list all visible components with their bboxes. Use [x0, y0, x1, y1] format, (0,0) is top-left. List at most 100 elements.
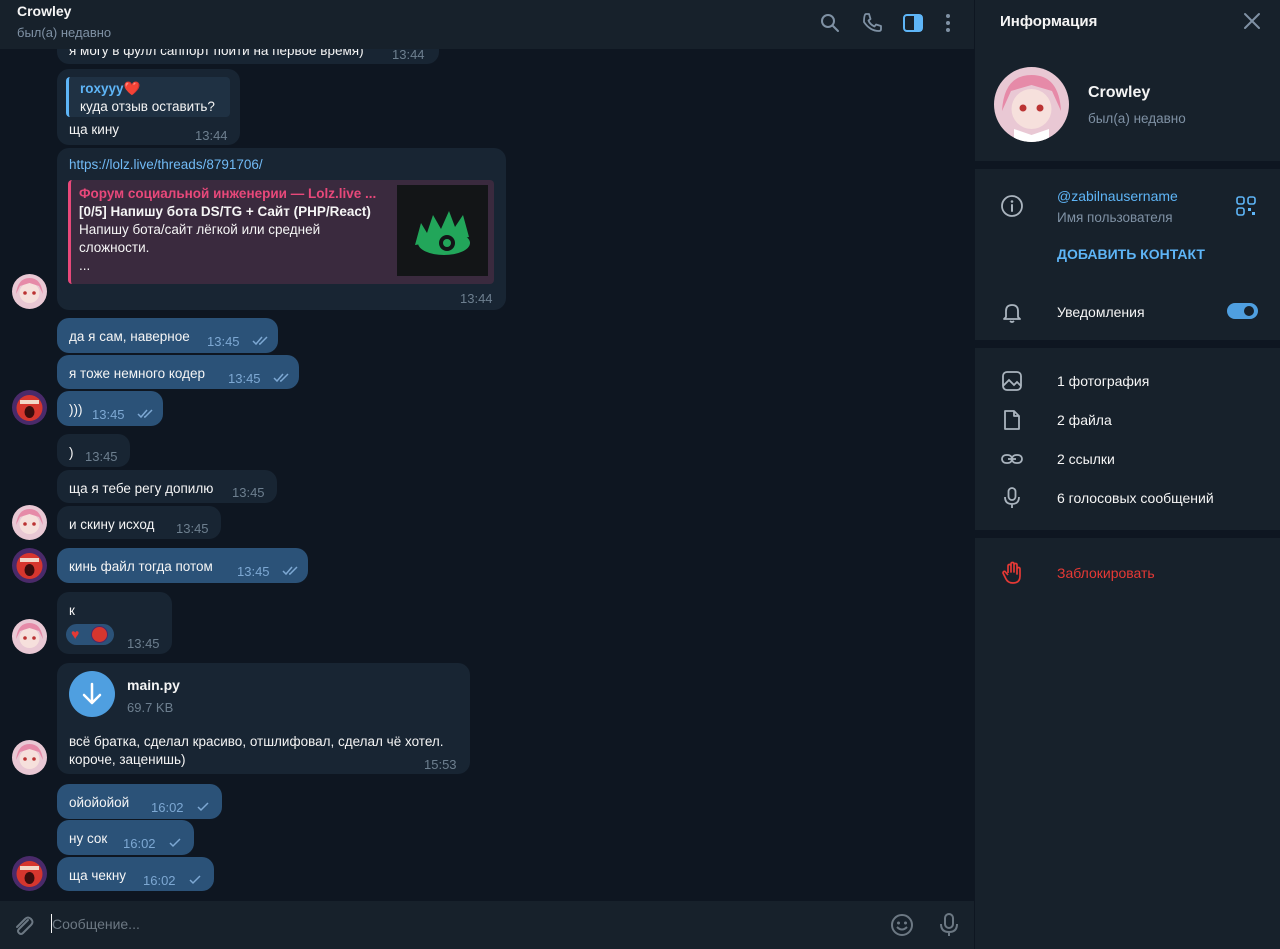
preview-description: Напишу бота/сайт лёгкой или средней: [79, 222, 321, 237]
message-time: 13:45: [207, 334, 240, 349]
more-vertical-icon[interactable]: [936, 11, 960, 35]
microphone-icon: [1004, 487, 1020, 508]
message-text: ща чекну: [69, 868, 127, 883]
notifications-toggle[interactable]: [1227, 303, 1258, 319]
message-bubble-out[interactable]: ну сок 16:02: [57, 820, 194, 855]
sent-check-icon: [169, 838, 181, 848]
message-text: ойойойой: [69, 795, 130, 810]
sidebar-toggle-icon[interactable]: [901, 11, 925, 35]
message-bubble-out[interactable]: ща чекну 16:02: [57, 857, 214, 891]
message-text: всё братка, сделал красиво, отшлифовал, …: [69, 734, 444, 749]
microphone-icon[interactable]: [936, 912, 962, 938]
message-text: ща кину: [69, 122, 120, 137]
message-bubble[interactable]: ща я тебе регу допилю 13:45: [57, 470, 277, 503]
info-panel: Информация Crowley был(а) недавно @zabil…: [975, 0, 1280, 949]
message-time: 13:44: [392, 47, 425, 62]
preview-thumbnail: [397, 185, 488, 276]
preview-description: ...: [79, 258, 91, 273]
message-time: 13:45: [127, 636, 160, 651]
media-files[interactable]: 2 файла: [1057, 412, 1112, 428]
reaction-badge[interactable]: ♥: [66, 624, 114, 645]
message-time: 13:45: [85, 449, 118, 464]
message-bubble[interactable]: к ♥ 13:45: [57, 592, 172, 654]
avatar-crowley[interactable]: [12, 619, 47, 654]
message-bubble-out[interactable]: кинь файл тогда потом 13:45: [57, 548, 308, 583]
heart-reaction-icon: ♥: [71, 626, 80, 642]
attach-icon[interactable]: [10, 912, 36, 938]
reply-author: roxyyy❤️: [80, 81, 141, 96]
media-links[interactable]: 2 ссылки: [1057, 451, 1115, 467]
message-time: 15:53: [424, 757, 457, 772]
avatar-crowley[interactable]: [12, 505, 47, 540]
message-text: кинь файл тогда потом: [69, 559, 213, 574]
message-bubble[interactable]: main.py 69.7 KB всё братка, сделал краси…: [57, 663, 470, 774]
message-time: 16:02: [143, 873, 176, 888]
message-bubble[interactable]: roxyyy❤️ куда отзыв оставить? ща кину 13…: [57, 69, 240, 145]
link-preview[interactable]: Форум социальной инженерии — Lolz.live .…: [68, 180, 494, 284]
avatar-me[interactable]: [12, 856, 47, 891]
avatar-crowley[interactable]: [12, 740, 47, 775]
media-photos[interactable]: 1 фотография: [1057, 373, 1149, 389]
message-time: 13:45: [92, 407, 125, 422]
username-label: Имя пользователя: [1057, 210, 1173, 225]
media-voice[interactable]: 6 голосовых сообщений: [1057, 490, 1214, 506]
message-bubble-out[interactable]: я тоже немного кодер 13:45: [57, 355, 299, 389]
message-text: ща я тебе регу допилю: [69, 481, 214, 496]
close-icon[interactable]: [1242, 11, 1262, 31]
preview-site: Форум социальной инженерии — Lolz.live .…: [79, 186, 377, 201]
toggle-knob: [1242, 304, 1256, 318]
read-checks-icon: [137, 409, 153, 419]
message-list[interactable]: я могу в фулл саппорт пойти на первое вр…: [0, 0, 974, 901]
message-text: к: [69, 603, 75, 618]
phone-icon[interactable]: [860, 11, 884, 35]
eye-logo-icon: [415, 211, 470, 255]
chat-status: был(а) недавно: [17, 25, 112, 40]
notifications-label: Уведомления: [1057, 304, 1145, 320]
block-button[interactable]: Заблокировать: [1057, 565, 1155, 581]
message-input[interactable]: Сообщение...: [52, 916, 140, 932]
message-bubble[interactable]: и скину исход 13:45: [57, 506, 221, 539]
link-icon: [1001, 454, 1023, 464]
profile-name: Crowley: [1088, 84, 1151, 101]
message-bubble[interactable]: https://lolz.live/threads/8791706/ Форум…: [57, 148, 506, 310]
message-time: 16:02: [123, 836, 156, 851]
message-bubble[interactable]: ) 13:45: [57, 434, 130, 467]
chat-title[interactable]: Crowley: [17, 3, 71, 19]
profile-status: был(а) недавно: [1088, 111, 1186, 126]
composer: Сообщение...: [0, 901, 974, 949]
message-text: короче, заценишь): [69, 752, 186, 767]
file-size: 69.7 KB: [127, 700, 174, 715]
info-title: Информация: [1000, 13, 1098, 30]
reply-quote[interactable]: roxyyy❤️ куда отзыв оставить?: [66, 77, 230, 117]
message-text: ))): [69, 402, 83, 417]
read-checks-icon: [282, 566, 298, 576]
message-time: 13:45: [232, 485, 265, 500]
message-bubble-out[interactable]: да я сам, наверное 13:45: [57, 318, 278, 353]
section-separator: [975, 161, 1280, 169]
reaction-avatar: [91, 626, 108, 643]
message-bubble-out[interactable]: ))) 13:45: [57, 391, 163, 426]
avatar-crowley[interactable]: [12, 274, 47, 309]
chat-header[interactable]: Crowley был(а) недавно: [0, 0, 974, 49]
profile-avatar[interactable]: [994, 67, 1069, 142]
add-contact-button[interactable]: ДОБАВИТЬ КОНТАКТ: [1057, 246, 1205, 262]
avatar-me[interactable]: [12, 548, 47, 583]
message-bubble-out[interactable]: ойойойой 16:02: [57, 784, 222, 819]
message-time: 13:45: [176, 521, 209, 536]
message-text: я тоже немного кодер: [69, 366, 205, 381]
qr-code-icon[interactable]: [1236, 196, 1256, 216]
file-icon: [1004, 410, 1020, 430]
reply-text: куда отзыв оставить?: [80, 99, 215, 114]
message-text: да я сам, наверное: [69, 329, 190, 344]
sent-check-icon: [197, 802, 209, 812]
search-icon[interactable]: [818, 11, 842, 35]
avatar-me[interactable]: [12, 390, 47, 425]
message-text: ): [69, 445, 74, 460]
message-link[interactable]: https://lolz.live/threads/8791706/: [69, 157, 263, 172]
download-button[interactable]: [69, 671, 115, 717]
bell-icon: [1003, 304, 1021, 323]
emoji-icon[interactable]: [889, 912, 915, 938]
file-name[interactable]: main.py: [127, 677, 180, 693]
username-value[interactable]: @zabilnausername: [1057, 188, 1178, 204]
preview-title: [0/5] Напишу бота DS/TG + Сайт (PHP/Reac…: [79, 204, 371, 219]
